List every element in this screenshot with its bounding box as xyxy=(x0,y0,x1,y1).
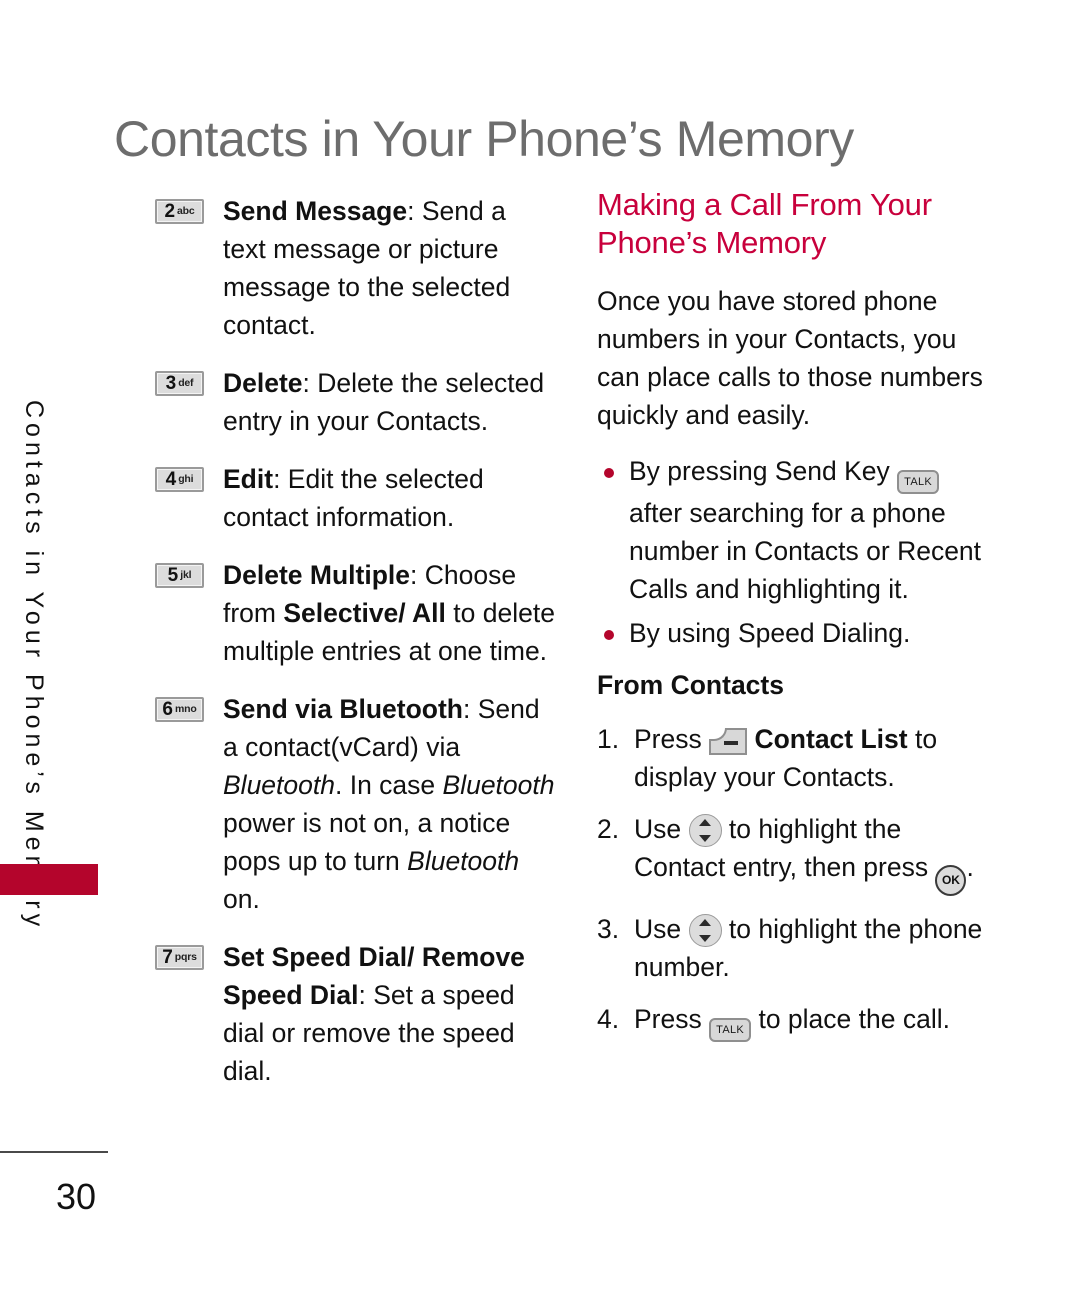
section-heading: Making a Call From Your Phone’s Memory xyxy=(597,187,932,260)
step-text-after: . xyxy=(966,852,974,882)
nav-updown-key-icon xyxy=(688,914,722,947)
list-item: 6 mno Send via Bluetooth: Send a contact… xyxy=(155,690,555,918)
list-item: By pressing Send Key TALK after searchin… xyxy=(597,452,997,608)
list-item: 2 abc Send Message: Send a text message … xyxy=(155,192,555,344)
side-tab-marker xyxy=(0,864,98,895)
intro-paragraph: Once you have stored phone numbers in yo… xyxy=(597,286,983,430)
list-item-title: Edit xyxy=(223,464,274,494)
list-item: Use to highlight the Contact entry, then… xyxy=(597,810,997,896)
step-text-before: Press xyxy=(634,1004,710,1034)
footer-divider xyxy=(0,1151,108,1153)
list-item-italic-3: Bluetooth xyxy=(407,846,520,876)
page-title: Contacts in Your Phone’s Memory xyxy=(114,110,854,167)
keycap-letters: mno xyxy=(175,703,197,716)
chevron-up-icon xyxy=(699,819,711,826)
keycap-number: 4 xyxy=(165,469,177,490)
list-item: Press TALK to place the call. xyxy=(597,1000,997,1042)
step-text-after: to place the call. xyxy=(751,1004,950,1034)
chevron-up-icon xyxy=(699,919,711,926)
list-item: 4 ghi Edit: Edit the selected contact in… xyxy=(155,460,555,536)
keycap-number: 3 xyxy=(165,373,177,394)
list-item: By using Speed Dialing. xyxy=(597,614,997,652)
list-item-title: Delete xyxy=(223,368,303,398)
keycap-letters: ghi xyxy=(178,473,194,486)
step-text-before: Use xyxy=(634,814,689,844)
bullet-list: By pressing Send Key TALK after searchin… xyxy=(597,452,997,652)
list-item-text: Send Message: Send a text message or pic… xyxy=(223,192,555,344)
list-item: 3 def Delete: Delete the selected entry … xyxy=(155,364,555,440)
list-item-title: Send Message xyxy=(223,196,408,226)
list-item-emphasis: Selective/ All xyxy=(283,598,446,628)
keycap-letters: jkl xyxy=(180,569,192,582)
page-number: 30 xyxy=(56,1176,97,1217)
sub-heading: From Contacts xyxy=(597,670,784,700)
keycap-number: 7 xyxy=(162,947,173,968)
keypad-key-2-icon: 2 abc xyxy=(155,199,204,224)
list-item-italic-2: Bluetooth xyxy=(442,770,555,800)
left-column: 2 abc Send Message: Send a text message … xyxy=(155,192,555,1090)
keycap-letters: abc xyxy=(177,205,195,218)
talk-key-icon: TALK xyxy=(709,1018,752,1042)
keycap-letters: def xyxy=(178,377,194,390)
keypad-key-6-icon: 6 mno xyxy=(155,697,204,722)
list-item-text: Delete Multiple: Choose from Selective/ … xyxy=(223,556,555,670)
list-item-body-b: . In case xyxy=(334,770,443,800)
numbered-steps: Press Contact List to display your Conta… xyxy=(597,720,997,1042)
list-item-text: Delete: Delete the selected entry in you… xyxy=(223,364,555,440)
chevron-down-icon xyxy=(699,835,711,842)
list-item-text: Set Speed Dial/ Remove Speed Dial: Set a… xyxy=(223,938,555,1090)
keycap-number: 5 xyxy=(167,565,179,586)
step-bold-text: Contact List xyxy=(754,724,908,754)
soft-key-icon xyxy=(709,728,748,755)
list-item: Use to highlight the phone number. xyxy=(597,910,997,986)
keycap-letters: pqrs xyxy=(174,951,197,964)
step-text-before: Use xyxy=(634,914,689,944)
list-item-body-d: on. xyxy=(223,884,260,914)
keypad-key-3-icon: 3 def xyxy=(155,371,204,396)
list-item-text: Edit: Edit the selected contact informat… xyxy=(223,460,555,536)
list-item-title: Delete Multiple xyxy=(223,560,411,590)
bullet-text-before: By pressing Send Key xyxy=(629,456,898,486)
right-column: Making a Call From Your Phone’s Memory O… xyxy=(597,186,997,1056)
list-item: 7 pqrs Set Speed Dial/ Remove Speed Dial… xyxy=(155,938,555,1090)
keypad-key-4-icon: 4 ghi xyxy=(155,467,204,492)
bullet-text-after: after searching for a phone number in Co… xyxy=(629,498,982,604)
bullet-text: By using Speed Dialing. xyxy=(629,618,911,648)
keypad-key-5-icon: 5 jkl xyxy=(155,563,204,588)
list-item-italic-1: Bluetooth xyxy=(223,770,335,800)
ok-key-icon: OK xyxy=(935,865,967,896)
keycap-number: 2 xyxy=(164,201,176,222)
list-item-text: Send via Bluetooth: Send a contact(vCard… xyxy=(223,690,555,918)
side-tab-label: Contacts in Your Phone’s Memory xyxy=(20,400,48,932)
list-item: 5 jkl Delete Multiple: Choose from Selec… xyxy=(155,556,555,670)
chevron-down-icon xyxy=(699,935,711,942)
keypad-key-7-icon: 7 pqrs xyxy=(155,945,204,970)
nav-updown-key-icon xyxy=(688,814,722,847)
step-text-before: Press xyxy=(634,724,710,754)
talk-key-icon: TALK xyxy=(897,470,940,494)
keycap-number: 6 xyxy=(162,699,173,720)
list-item-title: Send via Bluetooth xyxy=(223,694,463,724)
list-item: Press Contact List to display your Conta… xyxy=(597,720,997,796)
